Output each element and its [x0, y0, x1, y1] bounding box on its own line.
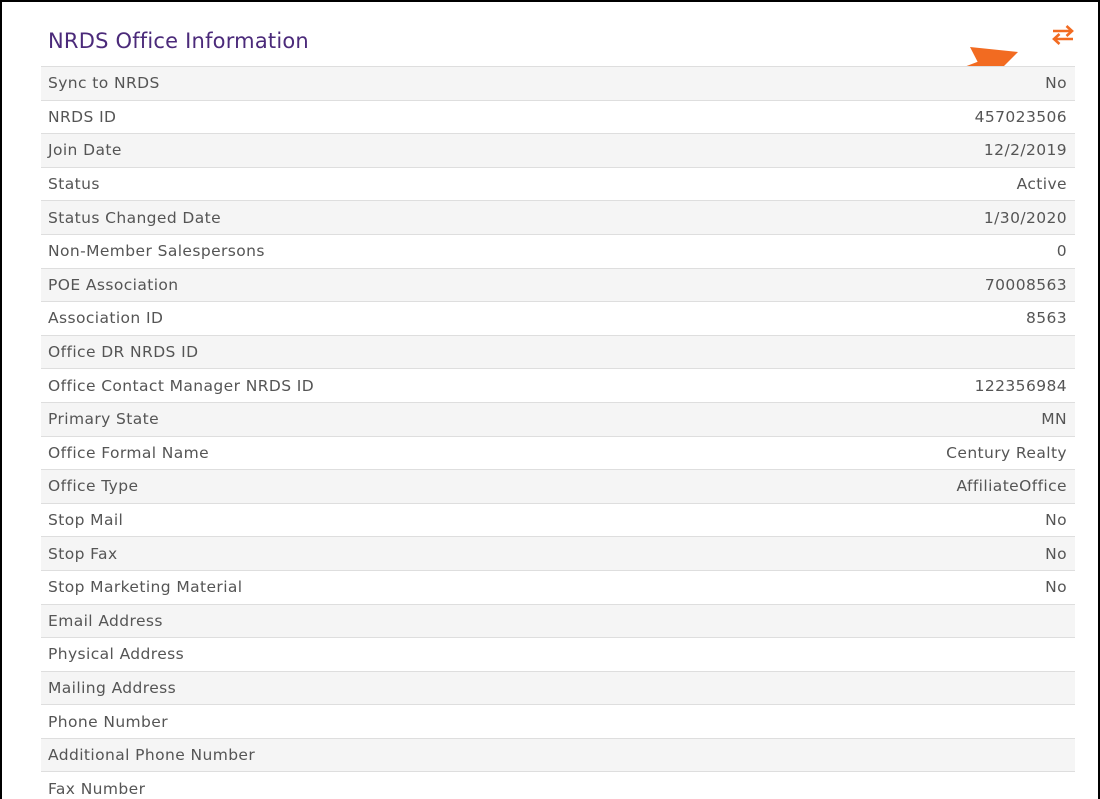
info-row: Mailing Address — [41, 670, 1075, 705]
info-row-label: Office Type — [48, 477, 139, 496]
info-row: Email Address — [41, 603, 1075, 638]
info-row-value: Active — [1016, 175, 1067, 194]
info-row: Primary State MN — [41, 401, 1075, 436]
info-row-label: Physical Address — [48, 645, 185, 664]
info-row: Office DR NRDS ID — [41, 334, 1075, 369]
info-row-value: 12/2/2019 — [983, 141, 1067, 160]
info-row: Office Type AffiliateOffice — [41, 469, 1075, 503]
info-row: Phone Number — [41, 704, 1075, 738]
office-info-list: Sync to NRDS No NRDS ID 457023506 Join Date 1… — [41, 66, 1075, 799]
info-row-label: Stop Fax — [48, 544, 118, 563]
info-row-value: 70008563 — [984, 275, 1067, 294]
info-row-label: NRDS ID — [48, 107, 117, 126]
info-row-value: No — [1045, 511, 1067, 530]
info-row: Status Active — [41, 166, 1075, 201]
info-row: Join Date 12/2/2019 — [41, 133, 1075, 167]
nrds-office-information-panel: NRDS Office Information Sync to NRDS No NR… — [0, 0, 1100, 799]
info-row: Stop Fax No — [41, 536, 1075, 570]
info-row: Status Changed Date 1/30/2020 — [41, 200, 1075, 234]
info-row-label: Status — [48, 175, 100, 194]
info-row: Non-Member Salespersons 0 — [41, 233, 1075, 268]
info-row-label: Stop Marketing Material — [48, 578, 243, 597]
info-row: Association ID 8563 — [41, 301, 1075, 335]
info-row-label: Phone Number — [48, 712, 169, 731]
info-row-value: No — [1045, 544, 1067, 563]
info-row-label: Office DR NRDS ID — [48, 343, 199, 362]
info-row-value: 122356984 — [974, 376, 1067, 395]
swap-arrows-icon[interactable] — [1050, 24, 1076, 46]
info-row-label: Email Address — [48, 611, 163, 630]
info-row-value: No — [1045, 74, 1067, 93]
info-row-value: 457023506 — [974, 107, 1067, 126]
info-row-value: 0 — [1056, 242, 1067, 261]
info-row-value: 8563 — [1025, 309, 1067, 328]
info-row-label: Primary State — [48, 410, 160, 429]
info-row-label: POE Association — [48, 275, 179, 294]
info-row-label: Mailing Address — [48, 678, 177, 697]
panel-title: NRDS Office Information — [48, 29, 309, 53]
info-row-value: Century Realty — [946, 443, 1067, 462]
info-row-label: Office Formal Name — [48, 443, 210, 462]
info-row: Office Formal Name Century Realty — [41, 435, 1075, 470]
info-row-label: Office Contact Manager NRDS ID — [48, 376, 315, 395]
info-row: Stop Marketing Material No — [41, 569, 1075, 604]
info-row-label: Join Date — [48, 141, 122, 160]
info-row-label: Non-Member Salespersons — [48, 242, 265, 261]
info-row-value: 1/30/2020 — [983, 208, 1067, 227]
info-row: Sync to NRDS No — [41, 66, 1075, 100]
info-row: Fax Number — [41, 771, 1075, 799]
info-row-value: MN — [1041, 410, 1067, 429]
info-row: Stop Mail No — [41, 502, 1075, 537]
info-row-label: Status Changed Date — [48, 208, 222, 227]
info-row-label: Additional Phone Number — [48, 746, 256, 765]
info-row-label: Stop Mail — [48, 511, 124, 530]
info-row-value: AffiliateOffice — [956, 477, 1067, 496]
info-row: Physical Address — [41, 637, 1075, 671]
info-row-label: Fax Number — [48, 779, 146, 798]
info-row-label: Sync to NRDS — [48, 74, 160, 93]
info-row-label: Association ID — [48, 309, 164, 328]
info-row: POE Association 70008563 — [41, 267, 1075, 302]
info-row-value: No — [1045, 578, 1067, 597]
info-row: NRDS ID 457023506 — [41, 99, 1075, 134]
info-row: Additional Phone Number — [41, 737, 1075, 772]
info-row: Office Contact Manager NRDS ID 122356984 — [41, 368, 1075, 402]
